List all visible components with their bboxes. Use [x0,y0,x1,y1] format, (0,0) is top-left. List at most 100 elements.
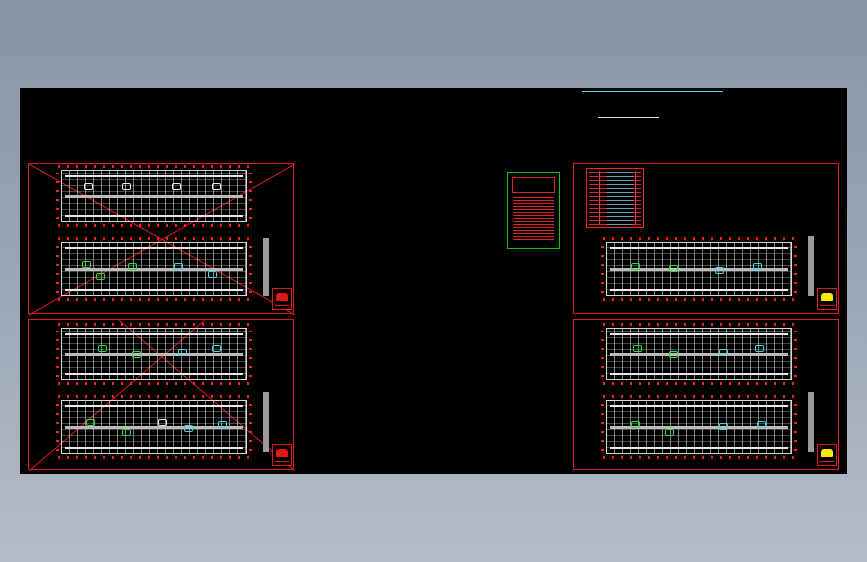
dimension-markers [56,245,59,293]
dimension-markers [603,382,795,385]
fixture-cyan [719,349,728,356]
stamp-icon [276,449,288,457]
fixture-cyan [212,345,221,352]
fixture [84,183,93,190]
scale-bar [808,236,814,296]
scale-bar [263,238,269,296]
corridor [65,425,243,429]
dimension-markers [249,173,252,219]
dimension-markers [58,323,250,326]
fixture-green [631,263,640,270]
wall-line [610,405,788,407]
table-column [599,171,600,225]
wall-line [610,447,788,449]
dimension-markers [58,165,250,168]
scale-bar [808,392,814,452]
fixture-cyan [178,349,187,356]
title-block[interactable] [272,444,292,466]
wall-line [65,447,243,449]
fixture [212,183,221,190]
dimension-markers [603,298,795,301]
dimension-markers [58,395,250,398]
legend-panel[interactable] [507,172,560,249]
fixture-green [132,351,141,358]
dimension-markers [601,331,604,377]
wall-line [65,215,243,217]
drawing-sheet-right-top[interactable] [573,163,839,314]
dimension-markers [56,403,59,451]
dimension-markers [58,298,250,301]
title-block[interactable] [817,288,837,310]
title-block[interactable] [272,288,292,310]
stamp-icon [276,293,288,301]
wall-line [65,333,243,335]
stamp-icon [821,449,833,457]
fixture-green [669,351,678,358]
notes-text [607,171,633,225]
drawing-sheet-right-bottom[interactable] [573,319,839,470]
drawing-sheet-left-top[interactable] [28,163,295,315]
fixture-cyan [174,263,183,270]
fixture-green [631,421,640,428]
fixture-green [86,419,95,426]
dimension-markers [601,245,604,293]
fixture-cyan [753,263,762,270]
dimension-markers [249,245,252,293]
dimension-markers [249,331,252,377]
fixture-cyan [184,425,193,432]
corridor [610,353,788,356]
header-line-white [598,117,659,118]
fixture-cyan [218,421,227,428]
fixture-green [96,273,105,280]
wall-line [610,333,788,335]
floor-plan-lower[interactable] [56,395,252,459]
title-line [820,461,834,462]
title-line [275,461,289,462]
wall-line [65,405,243,407]
dimension-markers [794,245,797,293]
cad-model-space[interactable] [20,88,847,474]
fixture [172,183,181,190]
stamp-icon [821,293,833,301]
floor-plan-lower[interactable] [601,237,797,301]
dimension-markers [249,403,252,451]
scale-bar [263,392,269,452]
fixture-green [82,261,91,268]
wall-line [65,175,243,177]
dimension-markers [58,382,250,385]
dimension-markers [56,173,59,219]
fixture-green [122,429,131,436]
floor-plan-upper[interactable] [56,323,252,385]
table-column [635,171,636,225]
dimension-markers [56,331,59,377]
dimension-markers [603,456,795,459]
dimension-markers [58,456,250,459]
fixture-cyan [755,345,764,352]
dimension-markers [603,323,795,326]
dimension-markers [603,237,795,240]
wall-line [610,373,788,375]
dimension-markers [58,237,250,240]
corridor [65,353,243,356]
fixture-green [665,429,674,436]
dimension-markers [601,403,604,451]
title-line [820,305,834,306]
dimension-markers [794,331,797,377]
fixture [122,183,131,190]
notes-table[interactable] [586,168,644,228]
floor-plan-upper[interactable] [56,165,252,227]
wall-line [65,247,243,249]
drawing-sheet-left-bottom[interactable] [28,319,295,471]
dimension-markers [794,403,797,451]
floor-plan-lower[interactable] [601,395,797,459]
floor-plan-lower[interactable] [56,237,252,301]
corridor [65,195,243,198]
floor-plan-upper[interactable] [601,323,797,385]
wall-line [65,289,243,291]
fixture-cyan [715,267,724,274]
fixture-green [633,345,642,352]
title-block[interactable] [817,444,837,466]
header-line-cyan [582,91,723,92]
fixture-cyan [719,423,728,430]
fixture-cyan [208,271,217,278]
